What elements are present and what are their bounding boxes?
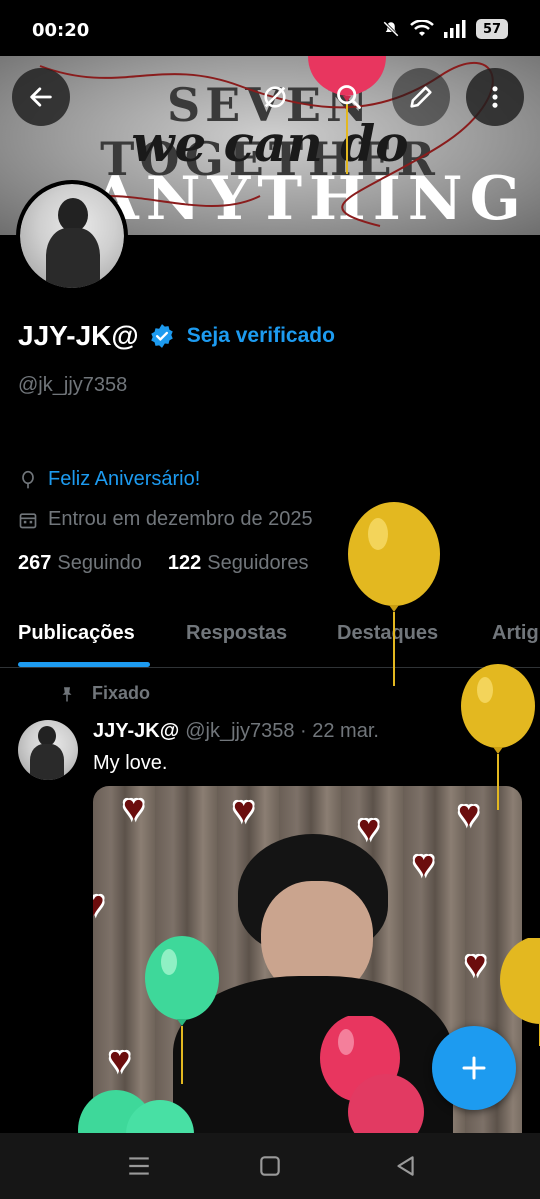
yellow-balloon — [461, 664, 535, 810]
post-author-avatar[interactable] — [18, 720, 78, 780]
profile-tabs: Publicações Respostas Destaques Artig — [0, 606, 540, 668]
post-handle-date: @jk_jjy7358 · 22 mar. — [185, 720, 379, 742]
followers-count: 122 — [167, 552, 202, 574]
search-icon — [337, 85, 361, 109]
joined-row: Entrou em dezembro de 2025 — [18, 508, 313, 531]
green-balloon — [145, 936, 219, 1084]
edit-icon — [410, 86, 432, 108]
grok-icon — [264, 86, 286, 108]
pink-balloon — [320, 1016, 424, 1134]
profile-name-row: JJY-JK@ Seja verificado — [18, 320, 335, 352]
more-vertical-icon — [492, 86, 498, 108]
get-verified-link[interactable]: Seja verificado — [187, 324, 335, 348]
tab-replies[interactable]: Respostas — [186, 622, 287, 645]
plus-icon — [462, 1056, 486, 1080]
back-arrow-icon — [30, 87, 52, 107]
yellow-balloon — [348, 502, 440, 686]
profile-handle: @jk_jjy7358 — [18, 374, 128, 396]
more-button[interactable] — [466, 68, 524, 126]
yellow-balloon — [500, 938, 540, 1046]
heart-decoration: ♥ — [109, 1039, 131, 1080]
calendar-icon — [19, 512, 37, 528]
balloon-icon — [22, 470, 34, 488]
home-icon[interactable] — [257, 1153, 283, 1179]
following-link[interactable]: 267 Seguindo — [18, 552, 142, 575]
tab-articles[interactable]: Artig — [492, 622, 539, 645]
display-name: JJY-JK@ — [18, 320, 139, 351]
heart-decoration: ♥ — [93, 883, 105, 924]
back-icon[interactable] — [392, 1153, 418, 1179]
mute-icon — [383, 21, 399, 37]
following-label: Seguindo — [57, 552, 142, 574]
post-author-name[interactable]: JJY-JK@ — [93, 720, 179, 742]
heart-decoration: ♥ — [413, 843, 435, 884]
post-text: My love. — [93, 752, 168, 774]
heart-decoration: ♥ — [123, 787, 145, 828]
profile-avatar[interactable] — [16, 180, 128, 292]
birthday-row: Feliz Aniversário! — [18, 468, 200, 491]
search-button[interactable] — [320, 68, 378, 126]
compose-button[interactable] — [432, 1026, 516, 1110]
battery-indicator: 57 — [476, 19, 508, 39]
heart-decoration: ♥ — [358, 807, 380, 848]
system-nav-bar — [0, 1133, 540, 1199]
status-icons: 57 — [382, 19, 508, 39]
wifi-icon — [410, 20, 434, 36]
followers-link[interactable]: 122 Seguidores — [168, 552, 309, 575]
post-header: JJY-JK@ @jk_jjy7358 · 22 mar. — [93, 720, 379, 743]
heart-decoration: ♥ — [465, 943, 487, 984]
green-balloon — [78, 1090, 194, 1134]
follow-stats: 267 Seguindo 122 Seguidores — [18, 552, 308, 575]
pinned-label: Fixado — [92, 683, 151, 703]
avatar-photo — [20, 184, 124, 288]
followers-label: Seguidores — [207, 552, 309, 574]
verified-badge-icon — [150, 324, 173, 348]
following-count: 267 — [18, 552, 52, 574]
status-time: 00:20 — [32, 20, 90, 41]
pinned-label-row: Fixado — [58, 683, 150, 704]
signal-icon — [444, 20, 466, 38]
status-bar: 00:20 57 — [0, 0, 540, 56]
joined-date: Entrou em dezembro de 2025 — [48, 508, 313, 530]
recents-icon[interactable] — [126, 1153, 152, 1179]
grok-button[interactable] — [246, 68, 304, 126]
back-button[interactable] — [12, 68, 70, 126]
edit-button[interactable] — [392, 68, 450, 126]
birthday-link[interactable]: Feliz Aniversário! — [48, 468, 200, 491]
tab-posts[interactable]: Publicações — [18, 622, 135, 645]
heart-decoration: ♥ — [233, 789, 255, 830]
active-tab-indicator — [18, 662, 150, 667]
pin-icon — [62, 686, 72, 701]
